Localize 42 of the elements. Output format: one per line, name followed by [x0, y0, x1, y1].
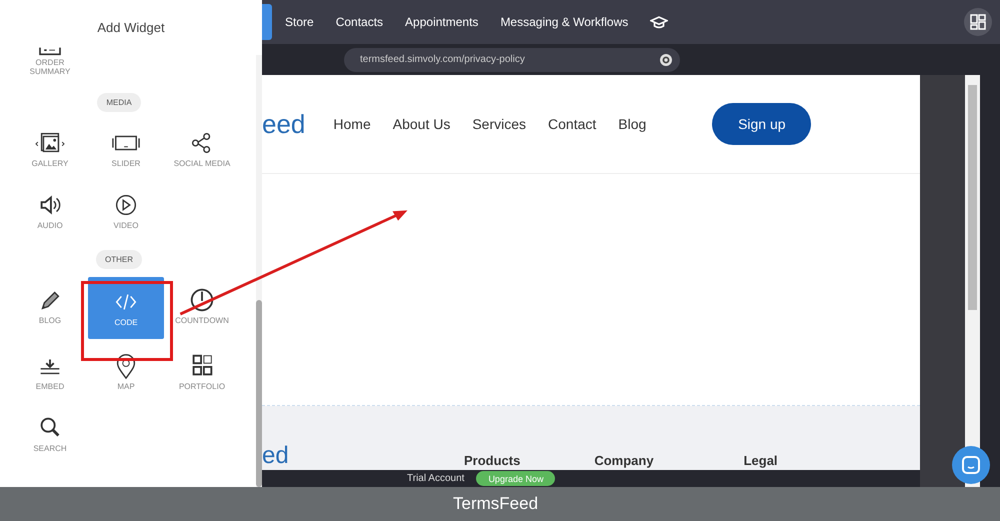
widget-item[interactable]: SOCIAL MEDIA	[164, 120, 240, 178]
widget-item[interactable]: ORDER SUMMARY	[12, 39, 88, 83]
footer-heading: Products	[464, 453, 520, 468]
site-nav-link[interactable]: Contact	[548, 116, 596, 132]
url-field[interactable]: termsfeed.simvoly.com/privacy-policy	[344, 48, 680, 72]
widget-item[interactable]: AUDIO	[12, 182, 88, 240]
section-label: OTHER	[96, 250, 142, 269]
grid-icon	[970, 14, 986, 30]
widget-item[interactable]: GALLERY	[12, 120, 88, 178]
trial-label: Trial Account	[407, 473, 464, 484]
nav-link[interactable]: Store	[285, 15, 314, 29]
nav-link[interactable]: Messaging & Workflows	[500, 15, 628, 29]
section-label: MEDIA	[97, 93, 141, 112]
widget-item[interactable]: SEARCH	[12, 405, 88, 463]
site-nav-link[interactable]: Services	[472, 116, 526, 132]
footer-heading: Company	[594, 453, 654, 468]
footer-heading: Legal	[744, 453, 778, 468]
video-caption: TermsFeed	[0, 487, 1000, 521]
nav-link[interactable]: Contacts	[336, 15, 384, 29]
scrollbar-thumb[interactable]	[256, 300, 262, 487]
settings-icon[interactable]	[660, 54, 672, 66]
widget-item[interactable]: PORTFOLIO	[164, 343, 240, 401]
footer-logo: ed	[262, 444, 290, 468]
apps-button[interactable]	[964, 8, 992, 36]
site-logo: eed	[262, 108, 306, 140]
widget-item[interactable]: COUNTDOWN	[164, 277, 240, 335]
upgrade-button[interactable]: Upgrade Now	[476, 471, 556, 486]
widget-item[interactable]: SLIDER	[88, 120, 164, 178]
panel-title: Add Widget	[96, 19, 166, 37]
site-nav-link[interactable]: Blog	[618, 116, 646, 132]
graduation-cap-icon[interactable]	[650, 14, 668, 30]
widget-item[interactable]: MAP	[88, 343, 164, 401]
widget-item[interactable]: EMBED	[12, 343, 88, 401]
nav-link[interactable]: Appointments	[405, 15, 478, 29]
widget-item[interactable]: VIDEO	[88, 182, 164, 240]
widget-item[interactable]: CODE	[88, 277, 164, 339]
site-nav-link[interactable]: About Us	[392, 116, 450, 132]
signup-button[interactable]: Sign up	[712, 103, 812, 145]
chat-icon	[961, 455, 981, 475]
scrollbar-thumb[interactable]	[968, 85, 977, 310]
widget-item[interactable]: BLOG	[12, 277, 88, 335]
site-nav-link[interactable]: Home	[333, 116, 371, 132]
